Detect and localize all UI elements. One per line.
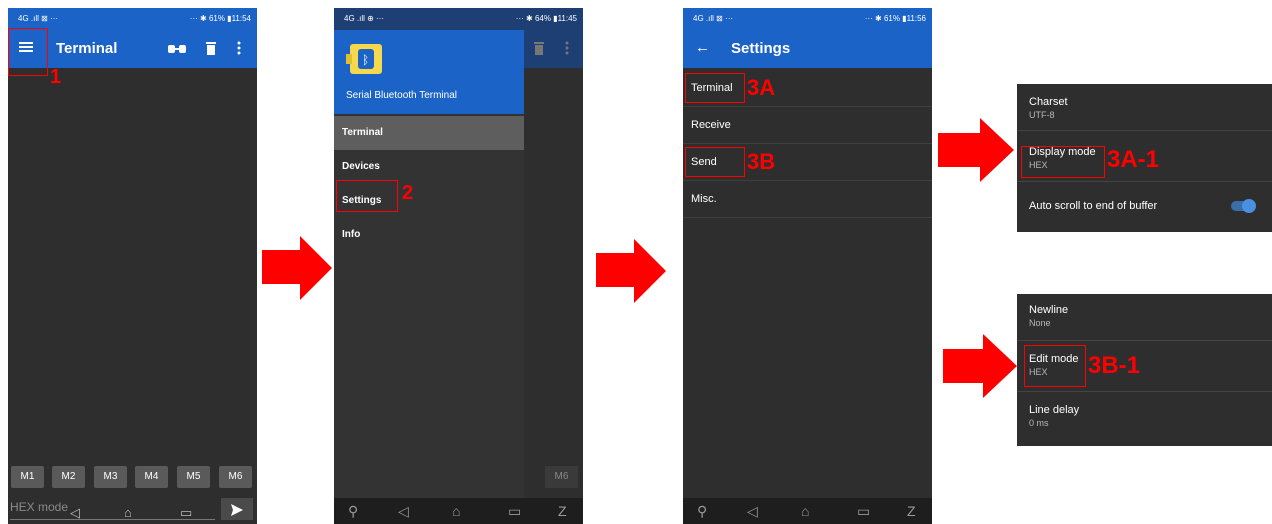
- phone-drawer-screen: 4G .ıll ⊕ ··· ··· ✱ 64% ▮11:45 M6 ᛒ Seri…: [334, 8, 583, 524]
- page-title: Terminal: [56, 40, 118, 57]
- highlight-edit-mode: [1024, 345, 1086, 387]
- status-bar: 4G .ıll ⊠ ··· ··· ✱ 61% ▮11:56: [683, 8, 932, 30]
- setting-newline[interactable]: Newline None: [1017, 294, 1272, 341]
- setting-value: UTF-8: [1029, 110, 1055, 120]
- auto-scroll-toggle[interactable]: [1231, 199, 1256, 213]
- setting-charset[interactable]: Charset UTF-8: [1017, 84, 1272, 131]
- back-arrow-icon[interactable]: ←: [695, 39, 710, 56]
- back-nav-icon[interactable]: ◁: [398, 503, 409, 520]
- send-icon: [231, 503, 243, 521]
- tutorial-figure: 4G .ıll ⊠ ··· ··· ✱ 61% ▮11:54 Terminal …: [0, 0, 1272, 524]
- more-options-icon[interactable]: [237, 41, 241, 60]
- macro-button-m1[interactable]: M1: [11, 466, 44, 488]
- switch-icon[interactable]: Z: [558, 503, 567, 519]
- recents-nav-icon[interactable]: ▭: [508, 503, 521, 520]
- macro-button-m6[interactable]: M6: [219, 466, 252, 488]
- status-right: ··· ✱ 61% ▮11:56: [864, 14, 926, 23]
- dimmed-macro-m6: M6: [545, 466, 578, 488]
- step-label-3a: 3A: [747, 75, 776, 100]
- status-right: ··· ✱ 61% ▮11:54: [189, 14, 251, 23]
- macro-button-m3[interactable]: M3: [94, 466, 127, 488]
- navigation-drawer: ᛒ Serial Bluetooth Terminal Terminal Dev…: [334, 30, 524, 498]
- input-placeholder: HEX mode: [10, 500, 69, 514]
- recents-nav-icon[interactable]: ▭: [180, 505, 192, 521]
- arrow-right-1: [262, 236, 332, 300]
- step-label-2: 2: [402, 182, 414, 204]
- system-nav-bar: ⚲ ◁ ⌂ ▭ Z: [334, 498, 583, 524]
- recents-nav-icon[interactable]: ▭: [857, 503, 870, 520]
- settings-item-receive[interactable]: Receive: [683, 107, 932, 144]
- drawer-item-devices[interactable]: Devices: [334, 150, 524, 184]
- location-icon: ⚲: [697, 503, 708, 519]
- setting-title: Auto scroll to end of buffer: [1029, 200, 1158, 212]
- phone-terminal-screen: 4G .ıll ⊠ ··· ··· ✱ 61% ▮11:54 Terminal …: [8, 8, 257, 524]
- app-bar: ← Settings: [683, 30, 932, 68]
- setting-line-delay[interactable]: Line delay 0 ms: [1017, 393, 1272, 446]
- delete-icon[interactable]: [206, 41, 216, 60]
- arrow-right-2: [596, 239, 666, 303]
- step-label-3b: 3B: [747, 149, 776, 174]
- connect-icon[interactable]: [168, 42, 186, 60]
- home-nav-icon[interactable]: ⌂: [452, 503, 460, 519]
- home-nav-icon[interactable]: ⌂: [124, 505, 132, 520]
- status-right: ··· ✱ 64% ▮11:45: [515, 14, 577, 23]
- step-label-3a-1: 3A-1: [1107, 146, 1160, 173]
- setting-title: Line delay: [1029, 404, 1080, 416]
- setting-auto-scroll[interactable]: Auto scroll to end of buffer: [1017, 183, 1272, 232]
- drawer-app-name: Serial Bluetooth Terminal: [346, 90, 457, 101]
- highlight-menu: [8, 28, 48, 76]
- highlight-display-mode: [1021, 146, 1105, 178]
- step-label-1: 1: [50, 66, 62, 88]
- drawer-item-terminal[interactable]: Terminal: [334, 116, 524, 150]
- back-nav-icon[interactable]: ◁: [70, 505, 80, 521]
- status-left: 4G .ıll ⊠ ···: [693, 14, 734, 23]
- setting-title: Charset: [1029, 96, 1068, 108]
- setting-value: None: [1029, 318, 1051, 328]
- page-title: Settings: [731, 40, 791, 57]
- terminal-output-area: [8, 68, 257, 458]
- status-left: 4G .ıll ⊠ ···: [18, 14, 59, 23]
- settings-item-misc[interactable]: Misc.: [683, 181, 932, 218]
- highlight-settings: [336, 180, 398, 212]
- highlight-send-setting: [685, 147, 745, 177]
- delete-icon: [534, 41, 544, 60]
- macro-button-m5[interactable]: M5: [177, 466, 210, 488]
- step-label-3b-1: 3B-1: [1088, 352, 1141, 379]
- send-button[interactable]: [221, 498, 253, 520]
- svg-text:ᛒ: ᛒ: [362, 53, 369, 67]
- drawer-item-info[interactable]: Info: [334, 218, 524, 252]
- setting-value: 0 ms: [1029, 418, 1049, 428]
- setting-title: Newline: [1029, 304, 1069, 316]
- status-bar: 4G .ıll ⊠ ··· ··· ✱ 61% ▮11:54: [8, 8, 257, 30]
- macro-button-m4[interactable]: M4: [135, 466, 168, 488]
- arrow-right-3a: [938, 118, 1014, 182]
- status-left: 4G .ıll ⊕ ···: [344, 14, 385, 23]
- app-logo-icon: ᛒ: [346, 42, 386, 81]
- switch-icon[interactable]: Z: [907, 503, 916, 519]
- more-options-icon: [565, 41, 569, 60]
- drawer-header: ᛒ Serial Bluetooth Terminal: [334, 30, 524, 114]
- arrow-right-3b: [943, 334, 1017, 398]
- macro-button-m2[interactable]: M2: [52, 466, 85, 488]
- status-bar: 4G .ıll ⊕ ··· ··· ✱ 64% ▮11:45: [334, 8, 583, 30]
- home-nav-icon[interactable]: ⌂: [801, 503, 809, 519]
- location-icon: ⚲: [348, 503, 359, 519]
- system-nav-bar: ⚲ ◁ ⌂ ▭ Z: [683, 498, 932, 524]
- highlight-terminal-setting: [685, 73, 745, 103]
- back-nav-icon[interactable]: ◁: [747, 503, 758, 520]
